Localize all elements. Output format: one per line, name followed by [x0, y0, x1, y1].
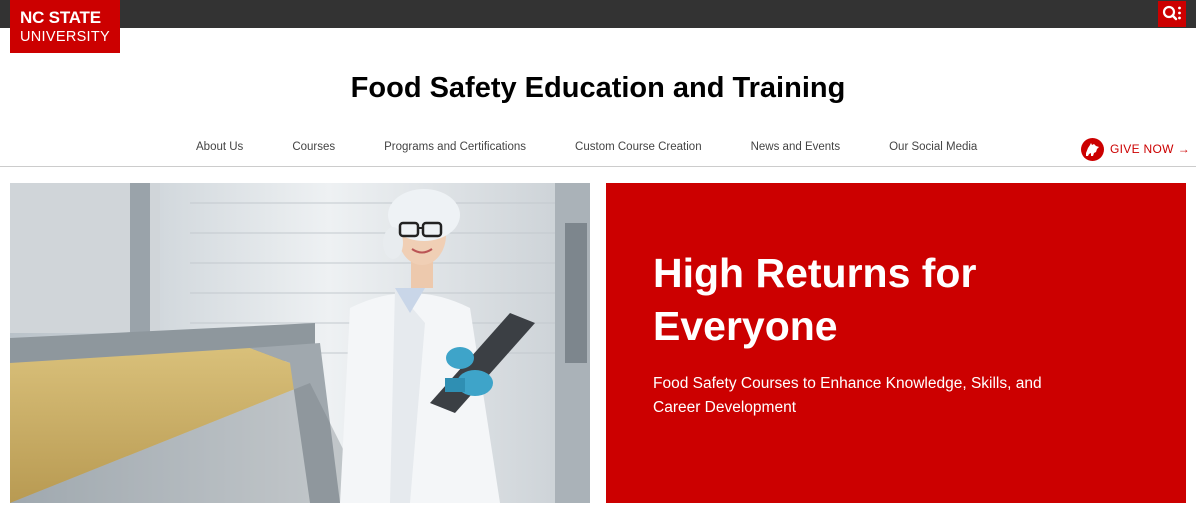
hero-panel: High Returns for Everyone Food Safety Co…	[606, 183, 1186, 503]
nav-item-courses[interactable]: Courses	[292, 141, 335, 159]
main-nav: About Us Courses Programs and Certificat…	[196, 141, 1026, 159]
nav-item-programs-and-certifications[interactable]: Programs and Certifications	[384, 141, 526, 159]
nav-item-custom-course-creation[interactable]: Custom Course Creation	[575, 141, 702, 159]
search-menu-button[interactable]	[1158, 1, 1186, 27]
hero-subtext: Food Safety Courses to Enhance Knowledge…	[653, 375, 1042, 416]
arrow-right-icon: →	[1177, 142, 1190, 156]
give-now-label: GIVE NOW	[1110, 142, 1174, 156]
nav-item-news-and-events[interactable]: News and Events	[751, 141, 841, 159]
utility-bar	[0, 0, 1196, 28]
search-menu-icon	[1162, 5, 1181, 21]
hero-headline: High Returns for Everyone	[653, 250, 977, 349]
wolf-icon	[1081, 137, 1104, 161]
logo-line-1: NC STATE	[20, 8, 101, 27]
nav-divider	[0, 166, 1196, 167]
logo-line-2: UNIVERSITY	[20, 29, 111, 45]
nc-state-logo[interactable]: NC STATE UNIVERSITY	[10, 0, 120, 53]
hero-photo	[10, 183, 590, 503]
nav-item-about-us[interactable]: About Us	[196, 141, 243, 159]
site-title[interactable]: Food Safety Education and Training	[0, 72, 1196, 105]
nav-item-our-social-media[interactable]: Our Social Media	[889, 141, 977, 159]
give-now-button[interactable]: GIVE NOW →	[1081, 137, 1190, 161]
